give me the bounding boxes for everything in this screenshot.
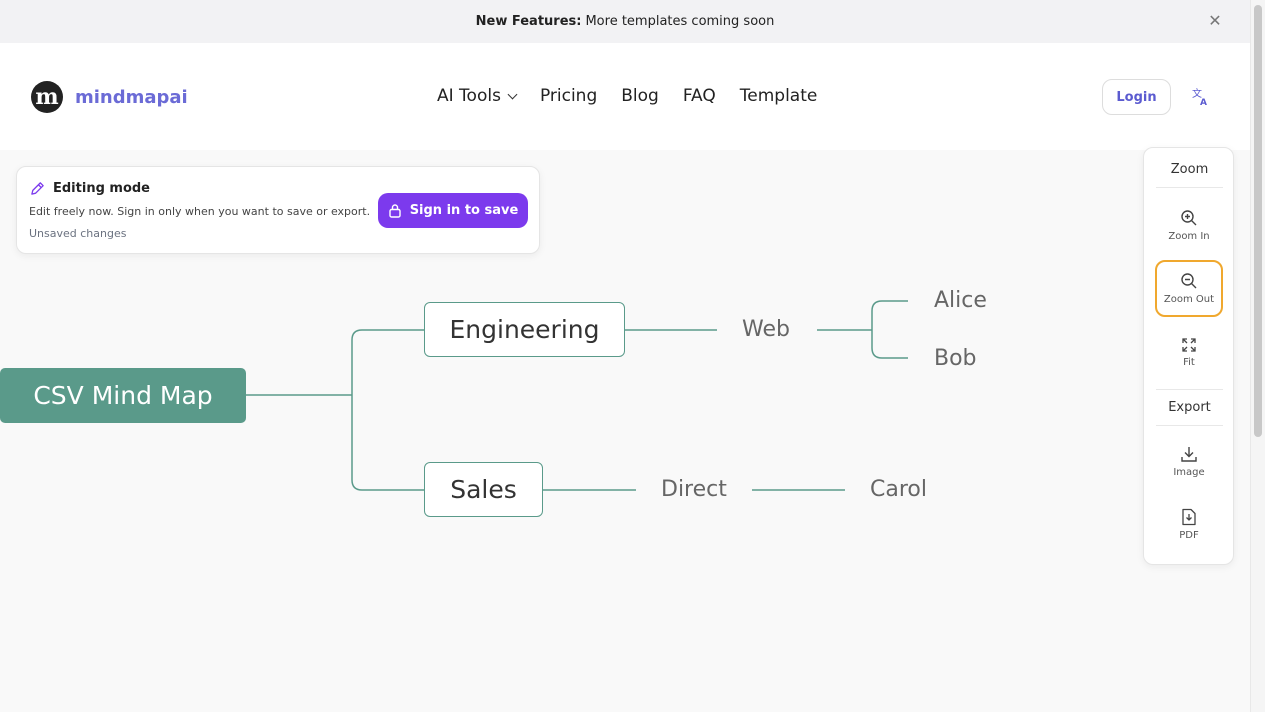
pdf-label: PDF [1179, 530, 1199, 541]
lock-icon [388, 204, 401, 218]
editing-description: Edit freely now. Sign in only when you w… [29, 205, 371, 218]
banner-text: More templates coming soon [585, 14, 775, 29]
export-pdf-button[interactable]: PDF [1155, 496, 1223, 553]
node-alice[interactable]: Alice [934, 287, 987, 315]
sign-in-label: Sign in to save [409, 203, 519, 218]
node-direct[interactable]: Direct [661, 476, 727, 504]
export-section-title: Export [1168, 400, 1211, 415]
image-label: Image [1173, 467, 1205, 478]
chevron-down-icon [507, 89, 518, 99]
site-header: m mindmapai AI Tools Pricing Blog FAQ Te… [0, 43, 1250, 150]
announcement-banner: New Features: More templates coming soon… [0, 0, 1250, 43]
zoom-out-label: Zoom Out [1163, 294, 1215, 305]
download-icon [1181, 447, 1197, 462]
fit-screen-icon [1182, 338, 1196, 352]
node-root[interactable]: CSV Mind Map [0, 368, 246, 423]
translate-icon[interactable]: 文 A [1190, 87, 1210, 107]
zoom-out-button[interactable]: Zoom Out [1155, 260, 1223, 317]
unsaved-status: Unsaved changes [29, 227, 127, 240]
svg-text:A: A [1200, 98, 1207, 107]
pdf-file-icon [1182, 508, 1196, 526]
nav-ai-tools[interactable]: AI Tools [437, 86, 518, 106]
divider [1156, 425, 1223, 426]
banner-strong: New Features: [475, 14, 582, 29]
nav-pricing[interactable]: Pricing [540, 86, 597, 106]
zoom-in-icon [1181, 210, 1197, 226]
sign-in-to-save-button[interactable]: Sign in to save [378, 193, 528, 228]
divider [1156, 389, 1223, 390]
logo[interactable]: m mindmapai [31, 81, 188, 113]
node-web[interactable]: Web [742, 316, 790, 344]
node-sales[interactable]: Sales [424, 462, 543, 517]
main-nav: AI Tools Pricing Blog FAQ Template [437, 86, 817, 106]
logo-text: mindmapai [75, 86, 188, 108]
zoom-out-icon [1181, 273, 1197, 289]
node-bob[interactable]: Bob [934, 345, 977, 373]
export-image-button[interactable]: Image [1155, 433, 1223, 490]
nav-faq[interactable]: FAQ [683, 86, 716, 106]
nav-blog[interactable]: Blog [621, 86, 659, 106]
fit-label: Fit [1183, 357, 1195, 368]
nav-template[interactable]: Template [740, 86, 818, 106]
close-icon[interactable]: ✕ [1206, 12, 1224, 30]
node-engineering[interactable]: Engineering [424, 302, 625, 357]
divider [1156, 187, 1223, 188]
node-carol[interactable]: Carol [870, 476, 927, 504]
login-button[interactable]: Login [1102, 79, 1171, 115]
zoom-panel: Zoom Zoom In Zoom Out Fit Export Image P… [1143, 147, 1234, 565]
nav-ai-tools-label: AI Tools [437, 86, 501, 106]
fit-button[interactable]: Fit [1155, 324, 1223, 381]
page-scrollbar[interactable] [1250, 0, 1265, 712]
edit-icon [31, 182, 44, 195]
zoom-in-label: Zoom In [1168, 231, 1210, 242]
logo-icon: m [31, 81, 63, 113]
scrollbar-thumb[interactable] [1254, 5, 1262, 437]
zoom-section-title: Zoom [1170, 162, 1209, 177]
editing-mode-card: Editing mode Edit freely now. Sign in on… [16, 166, 540, 254]
editing-title: Editing mode [30, 181, 150, 196]
editing-title-text: Editing mode [53, 181, 150, 196]
zoom-in-button[interactable]: Zoom In [1155, 197, 1223, 254]
